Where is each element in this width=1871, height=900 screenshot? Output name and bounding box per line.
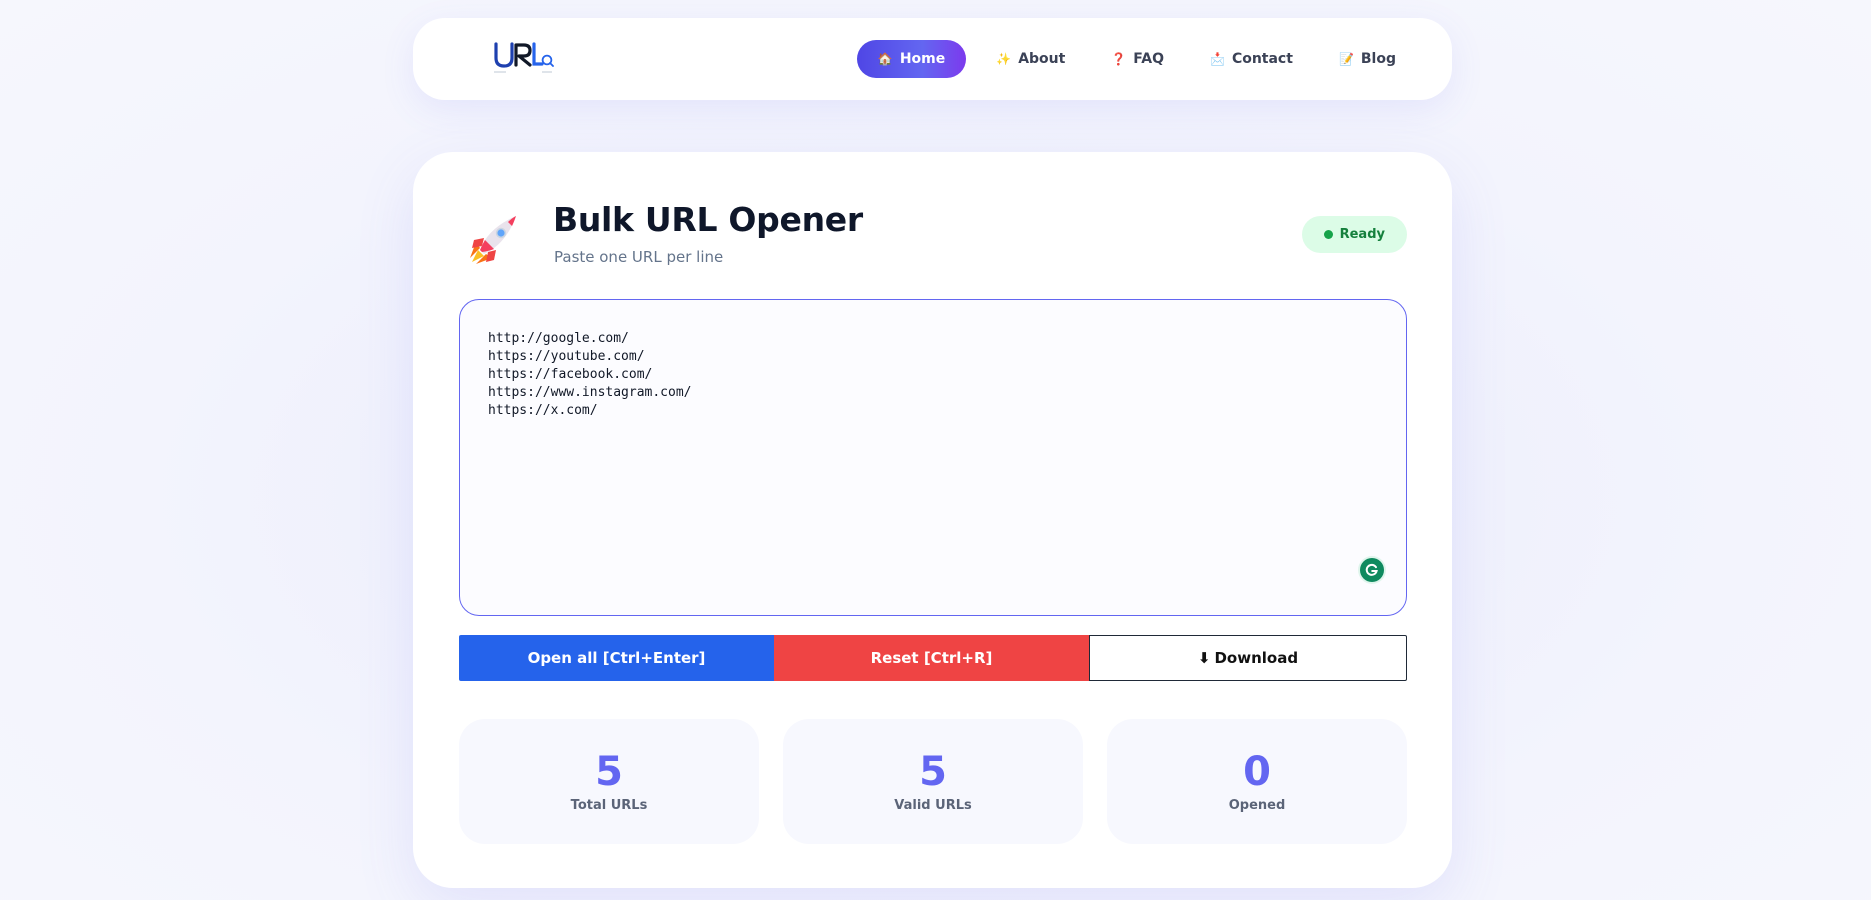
stat-label: Opened <box>1228 798 1286 813</box>
download-button[interactable]: ⬇ Download <box>1089 635 1407 681</box>
status-label: Ready <box>1339 227 1385 242</box>
reset-button[interactable]: Reset [Ctrl+R] <box>774 635 1089 681</box>
url-list-text: http://google.com/ https://youtube.com/ … <box>488 331 692 418</box>
nav-about[interactable]: ✨ About <box>980 40 1081 78</box>
sparkles-icon: ✨ <box>996 52 1012 66</box>
nav-home-label: Home <box>899 51 946 67</box>
nav-contact-label: Contact <box>1231 51 1293 67</box>
nav-contact[interactable]: 📩 Contact <box>1194 40 1309 78</box>
navbar: 🏠 Home ✨ About ❓ FAQ 📩 Contact 📝 Blog <box>413 18 1452 100</box>
page-subtitle: Paste one URL per line <box>554 248 724 266</box>
stat-valid-urls: 5 Valid URLs <box>783 719 1083 844</box>
nav-about-label: About <box>1018 51 1066 67</box>
grammarly-icon[interactable] <box>1360 558 1384 582</box>
stat-opened: 0 Opened <box>1107 719 1407 844</box>
memo-icon: 📝 <box>1338 52 1354 66</box>
nav-blog[interactable]: 📝 Blog <box>1323 40 1412 78</box>
download-arrow-icon: ⬇ <box>1197 649 1211 667</box>
house-icon: 🏠 <box>877 52 893 66</box>
stat-total-urls: 5 Total URLs <box>459 719 759 844</box>
bulk-opener-card: Bulk URL Opener Paste one URL per line R… <box>413 152 1452 888</box>
page-title: Bulk URL Opener <box>553 200 863 239</box>
download-label: Download <box>1214 649 1299 667</box>
nav-blog-label: Blog <box>1360 51 1396 67</box>
nav-faq[interactable]: ❓ FAQ <box>1095 40 1180 78</box>
stat-value: 5 <box>595 749 623 795</box>
stat-value: 0 <box>1243 749 1271 795</box>
url-textarea[interactable]: http://google.com/ https://youtube.com/ … <box>459 299 1407 616</box>
main-nav: 🏠 Home ✨ About ❓ FAQ 📩 Contact 📝 Blog <box>856 40 1412 78</box>
action-buttons: Open all [Ctrl+Enter] Reset [Ctrl+R] ⬇ D… <box>459 635 1407 681</box>
envelope-icon: 📩 <box>1209 52 1225 66</box>
stat-label: Total URLs <box>570 798 648 813</box>
question-mark-icon: ❓ <box>1111 52 1127 66</box>
status-dot-icon <box>1323 230 1333 239</box>
open-all-button[interactable]: Open all [Ctrl+Enter] <box>459 635 774 681</box>
status-badge: Ready <box>1301 216 1407 253</box>
nav-home[interactable]: 🏠 Home <box>856 40 967 78</box>
nav-faq-label: FAQ <box>1133 51 1164 67</box>
stat-label: Valid URLs <box>894 798 972 813</box>
stats-row: 5 Total URLs 5 Valid URLs 0 Opened <box>459 719 1407 844</box>
url-opener-logo[interactable] <box>492 38 554 80</box>
stat-value: 5 <box>919 749 947 795</box>
rocket-icon <box>466 208 526 268</box>
